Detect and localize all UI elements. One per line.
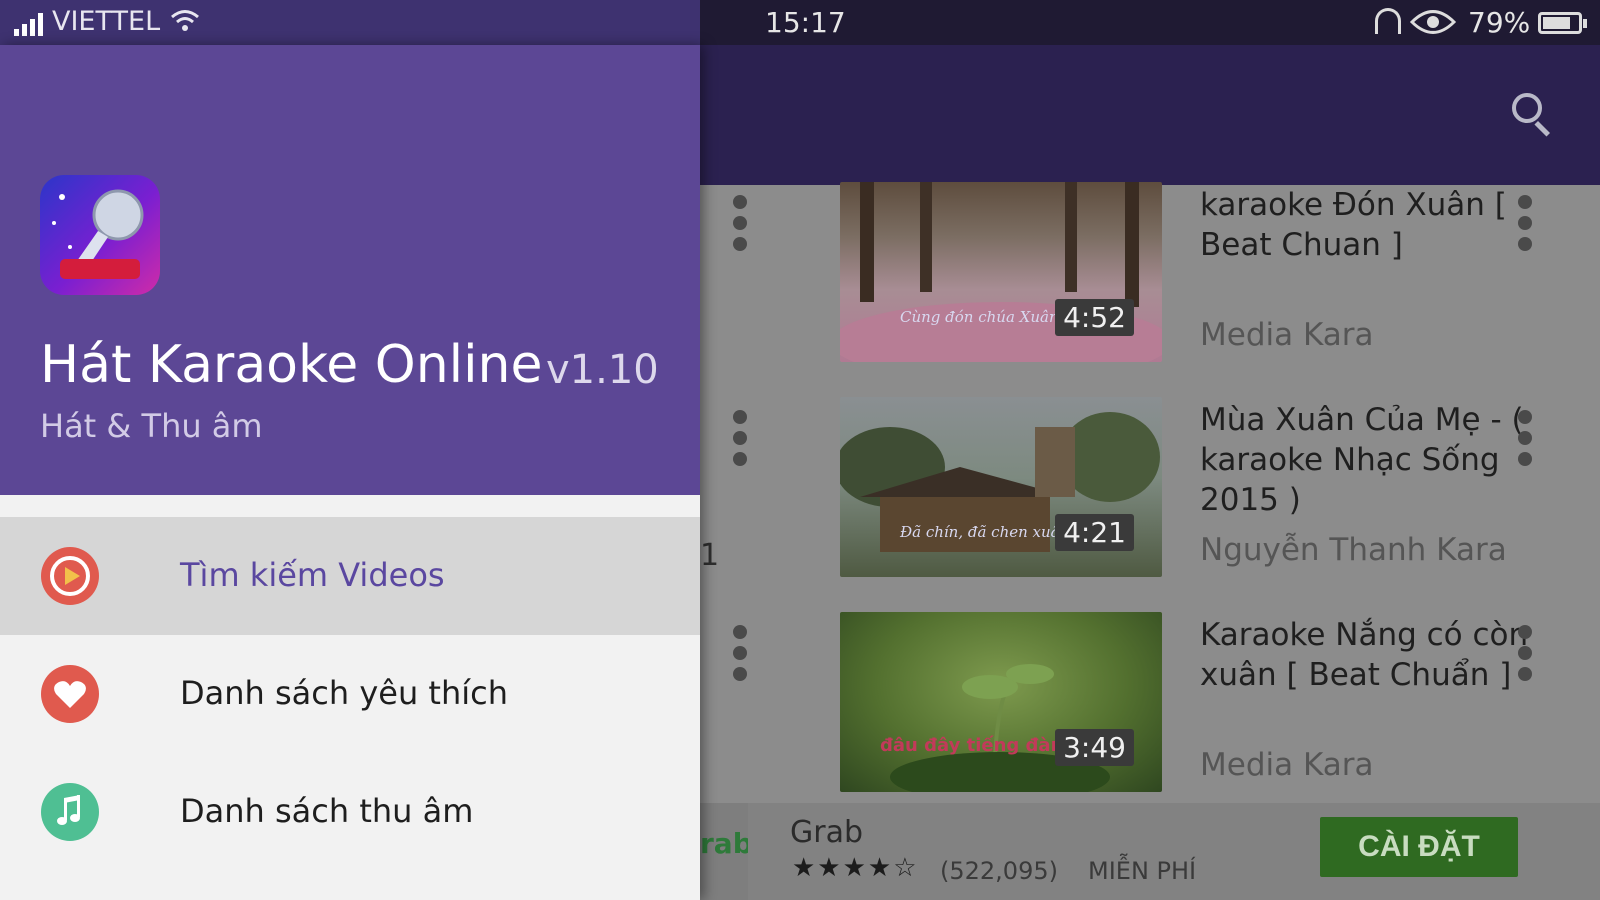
drawer-header: Hát Karaoke Online v1.10 Hát & Thu âm — [0, 45, 700, 495]
video-duration: 3:49 — [1055, 729, 1134, 766]
video-title[interactable]: Karaoke Nắng có còn xuân [ Beat Chuẩn ] — [1200, 615, 1530, 695]
thumbnail-lyric: đâu đây tiếng đàn — [880, 735, 1064, 756]
headset-icon — [1375, 8, 1401, 34]
video-title[interactable]: karaoke Đón Xuân [ Beat Chuan ] — [1200, 185, 1530, 265]
battery-percent: 79% — [1468, 6, 1531, 39]
menu-item-label: Tìm kiếm Videos — [180, 556, 445, 594]
search-icon[interactable] — [1510, 91, 1558, 139]
menu-item-label: Danh sách thu âm — [180, 792, 474, 830]
video-channel: Nguyễn Thanh Kara — [1200, 532, 1507, 568]
video-thumbnail[interactable]: Cùng đón chúa Xuân 4:52 — [840, 182, 1162, 362]
signal-icon — [14, 12, 48, 36]
more-options-icon[interactable] — [1515, 410, 1535, 480]
app-title: Hát Karaoke Online — [40, 335, 543, 395]
ad-banner[interactable]: rab Grab ★★★★☆ (522,095) MIỄN PHÍ CÀI ĐẶ… — [700, 803, 1600, 900]
ad-price: MIỄN PHÍ — [1088, 857, 1197, 885]
ad-title: Grab — [790, 815, 864, 850]
app-version: v1.10 — [546, 347, 659, 393]
install-button[interactable]: CÀI ĐẶT — [1320, 817, 1518, 877]
menu-item-favorites[interactable]: Danh sách yêu thích — [0, 635, 700, 753]
video-list-screen: 1 Cùng đón chúa Xuân 4:52 karaoke Đón Xu… — [700, 45, 1600, 900]
video-item[interactable]: Đã chín, đã chen xuân đã 4:21 Mùa Xuân C… — [700, 395, 1600, 600]
more-options-icon[interactable] — [1515, 625, 1535, 695]
ad-rating-stars: ★★★★☆ — [792, 853, 919, 883]
app-logo — [40, 175, 160, 295]
more-options-left-icon[interactable] — [730, 625, 750, 695]
video-channel: Media Kara — [1200, 317, 1374, 353]
status-bar: VIETTEL 15:17 79% — [0, 0, 1600, 45]
wifi-icon — [170, 8, 200, 41]
video-title[interactable]: Mùa Xuân Của Mẹ - ( karaoke Nhạc Sống 20… — [1200, 400, 1530, 520]
video-item[interactable]: đâu đây tiếng đàn 3:49 Karaoke Nắng có c… — [700, 610, 1600, 815]
microphone-icon — [52, 189, 144, 279]
video-channel: Media Kara — [1200, 747, 1374, 783]
ad-review-count: (522,095) — [940, 857, 1058, 885]
music-note-icon — [40, 782, 100, 842]
top-toolbar — [700, 45, 1600, 185]
more-options-left-icon[interactable] — [730, 195, 750, 265]
video-item[interactable]: Cùng đón chúa Xuân 4:52 karaoke Đón Xuân… — [700, 180, 1600, 385]
status-time: 15:17 — [765, 6, 846, 39]
eye-icon — [1409, 7, 1457, 37]
menu-item-search-videos[interactable]: Tìm kiếm Videos — [0, 517, 700, 635]
video-duration: 4:52 — [1055, 299, 1134, 336]
battery-icon — [1538, 12, 1587, 34]
thumbnail-lyric: Cùng đón chúa Xuân — [900, 308, 1059, 326]
video-thumbnail[interactable]: đâu đây tiếng đàn 3:49 — [840, 612, 1162, 792]
heart-icon — [40, 664, 100, 724]
navigation-drawer: Hát Karaoke Online v1.10 Hát & Thu âm Tì… — [0, 45, 700, 900]
more-options-icon[interactable] — [1515, 195, 1535, 265]
video-duration: 4:21 — [1055, 514, 1134, 551]
ad-logo: rab — [700, 827, 753, 860]
battery-level — [1543, 17, 1570, 29]
app-subtitle: Hát & Thu âm — [40, 407, 263, 445]
carrier-name: VIETTEL — [52, 6, 161, 37]
more-options-left-icon[interactable] — [730, 410, 750, 480]
ad-content[interactable]: Grab ★★★★☆ (522,095) MIỄN PHÍ CÀI ĐẶT — [748, 803, 1600, 900]
menu-item-recordings[interactable]: Danh sách thu âm — [0, 753, 700, 871]
menu-item-label: Danh sách yêu thích — [180, 674, 508, 712]
status-bar-left: VIETTEL — [0, 0, 700, 45]
video-thumbnail[interactable]: Đã chín, đã chen xuân đã 4:21 — [840, 397, 1162, 577]
play-circle-icon — [40, 546, 100, 606]
